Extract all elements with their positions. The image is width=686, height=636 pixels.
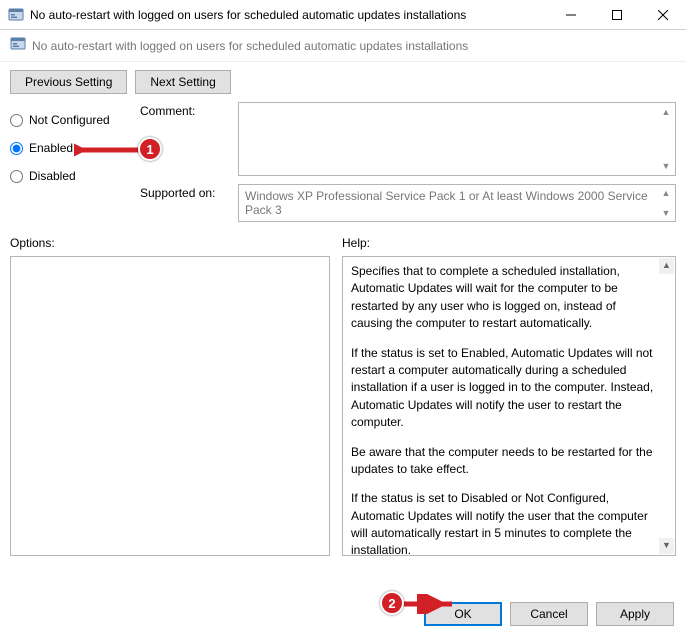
- apply-button[interactable]: Apply: [596, 602, 674, 626]
- state-radios: Not Configured Enabled Disabled: [10, 102, 140, 222]
- supported-value: Windows XP Professional Service Pack 1 o…: [238, 184, 676, 222]
- titlebar: No auto-restart with logged on users for…: [0, 0, 686, 30]
- app-icon: [8, 7, 24, 23]
- options-column: Options:: [10, 236, 330, 556]
- radio-disabled-label: Disabled: [29, 169, 76, 183]
- options-box: [10, 256, 330, 556]
- supported-text: Windows XP Professional Service Pack 1 o…: [245, 189, 648, 217]
- help-scroll-up-icon[interactable]: ▲: [659, 258, 674, 274]
- policy-header: No auto-restart with logged on users for…: [0, 30, 686, 62]
- nav-row: Previous Setting Next Setting: [0, 62, 686, 102]
- previous-setting-button[interactable]: Previous Setting: [10, 70, 127, 94]
- maximize-button[interactable]: [594, 0, 640, 29]
- help-scroll-down-icon[interactable]: ▼: [659, 538, 674, 554]
- comment-field: Comment: ▲ ▼: [140, 102, 676, 176]
- lower-panels: Options: Help: ▲ ▼ Specifies that to com…: [0, 232, 686, 556]
- scroll-up-icon[interactable]: ▲: [659, 186, 673, 200]
- radio-enabled-input[interactable]: [10, 142, 23, 155]
- next-setting-button[interactable]: Next Setting: [135, 70, 230, 94]
- supported-label: Supported on:: [140, 184, 230, 200]
- close-button[interactable]: [640, 0, 686, 29]
- fields: Comment: ▲ ▼ Supported on: Windows XP Pr…: [140, 102, 676, 222]
- radio-not-configured-input[interactable]: [10, 114, 23, 127]
- annotation-badge-2: 2: [380, 591, 404, 615]
- dialog-footer: OK Cancel Apply: [424, 602, 674, 626]
- help-paragraph: Be aware that the computer needs to be r…: [351, 444, 659, 479]
- annotation-badge-1: 1: [138, 137, 162, 161]
- cancel-button[interactable]: Cancel: [510, 602, 588, 626]
- radio-not-configured[interactable]: Not Configured: [10, 106, 140, 134]
- radio-enabled-label: Enabled: [29, 141, 73, 155]
- help-label: Help:: [342, 236, 676, 250]
- ok-button[interactable]: OK: [424, 602, 502, 626]
- options-label: Options:: [10, 236, 330, 250]
- policy-title: No auto-restart with logged on users for…: [32, 39, 468, 53]
- window-title: No auto-restart with logged on users for…: [30, 8, 548, 22]
- help-paragraph: Specifies that to complete a scheduled i…: [351, 263, 659, 333]
- scroll-down-icon[interactable]: ▼: [659, 159, 673, 173]
- radio-not-configured-label: Not Configured: [29, 113, 110, 127]
- window-controls: [548, 0, 686, 29]
- help-column: Help: ▲ ▼ Specifies that to complete a s…: [342, 236, 676, 556]
- comment-input[interactable]: ▲ ▼: [238, 102, 676, 176]
- radio-disabled[interactable]: Disabled: [10, 162, 140, 190]
- help-paragraph: If the status is set to Disabled or Not …: [351, 490, 659, 556]
- scroll-down-icon[interactable]: ▼: [659, 206, 673, 220]
- help-paragraph: If the status is set to Enabled, Automat…: [351, 345, 659, 432]
- scroll-up-icon[interactable]: ▲: [659, 105, 673, 119]
- radio-disabled-input[interactable]: [10, 170, 23, 183]
- help-box: ▲ ▼ Specifies that to complete a schedul…: [342, 256, 676, 556]
- policy-icon: [10, 36, 26, 55]
- config-zone: Not Configured Enabled Disabled Comment:…: [0, 102, 686, 232]
- supported-field: Supported on: Windows XP Professional Se…: [140, 184, 676, 222]
- minimize-button[interactable]: [548, 0, 594, 29]
- comment-label: Comment:: [140, 102, 230, 118]
- radio-enabled[interactable]: Enabled: [10, 134, 140, 162]
